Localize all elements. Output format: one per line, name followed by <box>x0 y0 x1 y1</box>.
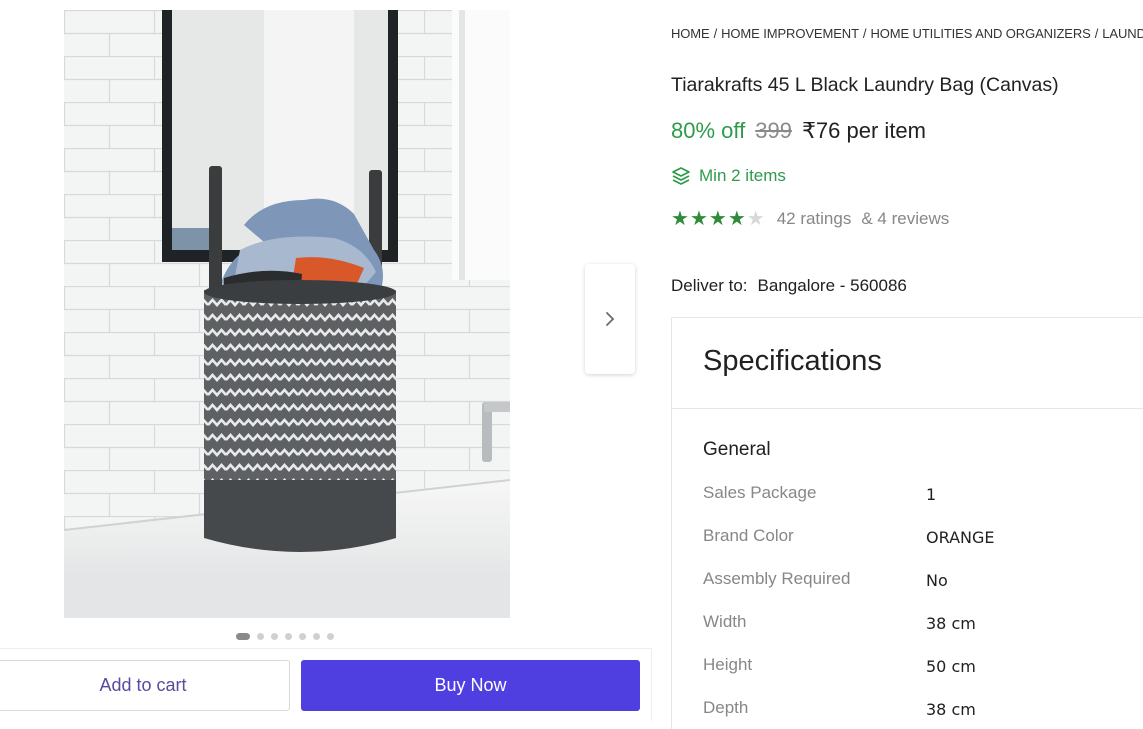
spec-row: Brand Color ORANGE <box>703 526 1143 550</box>
buy-now-button[interactable]: Buy Now <box>301 660 640 711</box>
layers-icon <box>672 167 690 185</box>
rating-row: ★ ★ ★ ★ ★ 42 ratings & 4 reviews <box>671 209 949 229</box>
star-icon: ★ <box>746 208 765 230</box>
spec-key: Depth <box>703 698 749 717</box>
deliver-to-label: Deliver to: <box>671 276 748 295</box>
min-items-text: Min 2 items <box>699 166 786 185</box>
min-items-badge: Min 2 items <box>671 166 786 186</box>
next-image-button[interactable] <box>585 264 635 374</box>
spec-value: 38 cm <box>926 700 976 719</box>
spec-row: Width 38 cm <box>703 612 1143 636</box>
spec-value: 38 cm <box>926 614 976 633</box>
star-icon: ★ <box>671 208 689 230</box>
spec-key: Height <box>703 655 753 674</box>
spec-row: Depth 38 cm <box>703 698 1143 722</box>
star-icon: ★ <box>689 208 708 230</box>
spec-row: Assembly Required No <box>703 569 1143 593</box>
ratings-count[interactable]: 42 ratings <box>777 209 852 229</box>
specifications-panel: Specifications General Sales Package 1 B… <box>671 317 1143 729</box>
reviews-count[interactable]: & 4 reviews <box>861 209 949 229</box>
pagination-dot[interactable] <box>299 632 306 640</box>
product-gallery: Add to cart Buy Now <box>0 0 660 729</box>
original-price: 399 <box>755 118 792 143</box>
specifications-title: Specifications <box>703 345 882 377</box>
star-rating: ★ ★ ★ ★ ★ <box>671 209 765 229</box>
breadcrumb-home[interactable]: HOME <box>671 26 710 41</box>
price-row: 80% off 399 ₹76 per item <box>671 118 926 144</box>
divider <box>672 408 1143 409</box>
product-title: Tiarakrafts 45 L Black Laundry Bag (Canv… <box>671 74 1059 96</box>
product-image[interactable] <box>64 10 510 618</box>
breadcrumb-home-utilities[interactable]: HOME UTILITIES AND ORGANIZERS <box>870 26 1090 41</box>
breadcrumb-home-improvement[interactable]: HOME IMPROVEMENT <box>721 26 859 41</box>
spec-group-title: General <box>703 439 771 460</box>
pagination-dot[interactable] <box>257 632 264 640</box>
pagination-dot[interactable] <box>236 632 250 640</box>
breadcrumb-laundry[interactable]: LAUNDRY <box>1102 26 1143 41</box>
pagination-dot[interactable] <box>313 632 320 640</box>
delivery-row: Deliver to: Bangalore - 560086 <box>671 276 907 296</box>
chevron-right-icon <box>606 312 615 326</box>
star-icon: ★ <box>708 208 727 230</box>
star-icon: ★ <box>727 208 746 230</box>
spec-value: 50 cm <box>926 657 976 676</box>
breadcrumb: HOME / HOME IMPROVEMENT / HOME UTILITIES AND… <box>671 26 1143 41</box>
spec-row: Sales Package 1 <box>703 483 1143 507</box>
add-to-cart-button[interactable]: Add to cart <box>0 660 290 711</box>
delivery-location[interactable]: Bangalore - 560086 <box>758 276 907 295</box>
spec-value: 1 <box>926 485 937 504</box>
spec-key: Sales Package <box>703 483 817 502</box>
selling-price: ₹76 per item <box>801 118 926 143</box>
spec-key: Assembly Required <box>703 569 851 588</box>
pagination-dot[interactable] <box>271 632 278 640</box>
spec-value: No <box>926 571 948 590</box>
spec-row: Height 50 cm <box>703 655 1143 679</box>
discount-label: 80% off <box>671 118 746 143</box>
spec-value: ORANGE <box>926 528 995 547</box>
pagination-dot[interactable] <box>327 632 334 640</box>
spec-key: Brand Color <box>703 526 794 545</box>
image-pagination-dots <box>236 632 334 640</box>
action-bar: Add to cart Buy Now <box>0 648 652 721</box>
spec-key: Width <box>703 612 747 631</box>
product-details: HOME / HOME IMPROVEMENT / HOME UTILITIES AND… <box>671 0 1143 729</box>
pagination-dot[interactable] <box>285 632 292 640</box>
